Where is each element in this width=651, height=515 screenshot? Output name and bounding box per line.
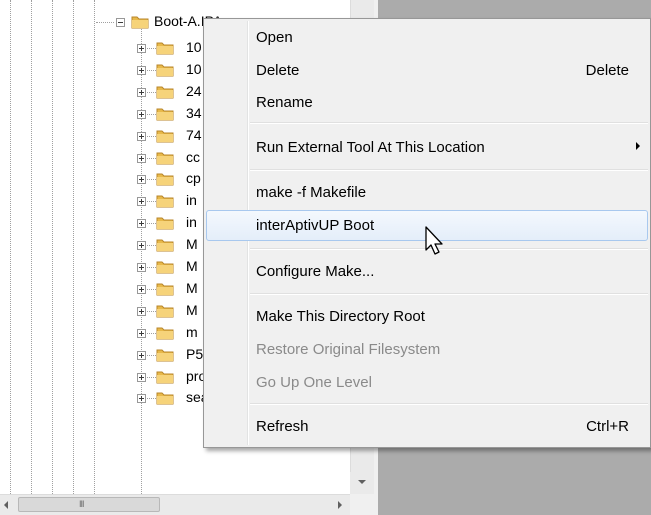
collapse-minus-icon[interactable] <box>116 18 125 27</box>
menu-separator <box>250 169 648 171</box>
folder-icon <box>156 392 174 405</box>
expand-plus-icon[interactable] <box>137 307 146 316</box>
expand-plus-icon[interactable] <box>137 394 146 403</box>
folder-icon <box>156 217 174 230</box>
folder-icon <box>156 108 174 121</box>
folder-icon <box>156 130 174 143</box>
menu-item-label: Delete <box>256 62 300 79</box>
menu-item-label: Restore Original Filesystem <box>256 341 441 358</box>
scrollbar-grip: III <box>79 499 84 509</box>
chevron-down-icon <box>358 480 366 484</box>
menu-item-rename[interactable]: Rename <box>206 87 648 117</box>
tree-item-label: M <box>186 236 198 252</box>
expand-plus-icon[interactable] <box>137 241 146 250</box>
menu-item-label: interAptivUP Boot <box>256 217 375 234</box>
tree-item-label: in <box>186 192 197 208</box>
mouse-cursor-icon <box>425 226 443 255</box>
menu-item-configure-make[interactable]: Configure Make... <box>206 256 648 286</box>
folder-icon <box>156 305 174 318</box>
folder-icon <box>156 327 174 340</box>
tree-item-label: 10 <box>186 39 202 55</box>
menu-item-run-external-tool[interactable]: Run External Tool At This Location <box>206 132 648 162</box>
menu-item-label: make -f Makefile <box>256 184 367 201</box>
tree-item-label: cc <box>186 149 200 165</box>
folder-icon <box>156 283 174 296</box>
folder-icon <box>156 349 174 362</box>
folder-icon <box>156 64 174 77</box>
tree-item-label: 34 <box>186 105 202 121</box>
menu-item-label: Go Up One Level <box>256 374 372 391</box>
folder-icon <box>156 86 174 99</box>
menu-separator <box>250 248 648 250</box>
menu-item-refresh[interactable]: Refresh Ctrl+R <box>206 411 648 441</box>
tree-item-label: 10 <box>186 61 202 77</box>
tree-item-label: in <box>186 214 197 230</box>
menu-item-make-directory-root[interactable]: Make This Directory Root <box>206 301 648 331</box>
tree-item-label: 24 <box>186 83 202 99</box>
expand-plus-icon[interactable] <box>137 285 146 294</box>
folder-icon <box>156 173 174 186</box>
tree-connector <box>96 22 114 23</box>
expand-plus-icon[interactable] <box>137 154 146 163</box>
scroll-right-icon[interactable] <box>338 501 342 509</box>
menu-item-delete[interactable]: Delete Delete <box>206 55 648 85</box>
tree-item-label: P5 <box>186 346 204 362</box>
expand-plus-icon[interactable] <box>137 263 146 272</box>
tree-item-label: m <box>186 324 198 340</box>
expand-plus-icon[interactable] <box>137 88 146 97</box>
folder-icon <box>156 371 174 384</box>
menu-item-open[interactable]: Open <box>206 22 648 52</box>
tree-item-label: M <box>186 302 198 318</box>
menu-item-label: Run External Tool At This Location <box>256 139 485 156</box>
menu-item-shortcut: Ctrl+R <box>586 418 629 435</box>
menu-item-restore-filesystem: Restore Original Filesystem <box>206 334 648 364</box>
expand-plus-icon[interactable] <box>137 373 146 382</box>
menu-item-label: Rename <box>256 94 313 111</box>
expand-plus-icon[interactable] <box>137 175 146 184</box>
submenu-arrow-icon <box>636 142 640 150</box>
folder-icon <box>156 261 174 274</box>
folder-icon <box>156 152 174 165</box>
menu-item-make-makefile[interactable]: make -f Makefile <box>206 177 648 207</box>
scroll-down-button[interactable] <box>350 472 374 494</box>
expand-plus-icon[interactable] <box>137 351 146 360</box>
scrollbar-thumb[interactable]: III <box>18 497 160 512</box>
scroll-left-icon[interactable] <box>4 501 8 509</box>
tree-item-label: M <box>186 280 198 296</box>
tree-item-label: 74 <box>186 127 202 143</box>
menu-item-go-up-one-level: Go Up One Level <box>206 367 648 397</box>
menu-item-shortcut: Delete <box>585 62 629 79</box>
folder-icon <box>131 16 149 29</box>
horizontal-scrollbar[interactable]: III <box>0 494 350 515</box>
folder-icon <box>156 195 174 208</box>
menu-item-label: Refresh <box>256 418 309 435</box>
expand-plus-icon[interactable] <box>137 66 146 75</box>
menu-separator <box>250 122 648 124</box>
menu-item-label: Configure Make... <box>256 263 375 280</box>
menu-item-label: Open <box>256 29 293 46</box>
scrollbar-corner <box>350 494 378 515</box>
menu-item-label: Make This Directory Root <box>256 308 425 325</box>
menu-separator <box>250 293 648 295</box>
expand-plus-icon[interactable] <box>137 132 146 141</box>
tree-item-label: M <box>186 258 198 274</box>
expand-plus-icon[interactable] <box>137 197 146 206</box>
menu-separator <box>250 403 648 405</box>
expand-plus-icon[interactable] <box>137 329 146 338</box>
folder-icon <box>156 42 174 55</box>
tree-item-label: cp <box>186 170 201 186</box>
expand-plus-icon[interactable] <box>137 219 146 228</box>
expand-plus-icon[interactable] <box>137 110 146 119</box>
folder-icon <box>156 239 174 252</box>
expand-plus-icon[interactable] <box>137 44 146 53</box>
